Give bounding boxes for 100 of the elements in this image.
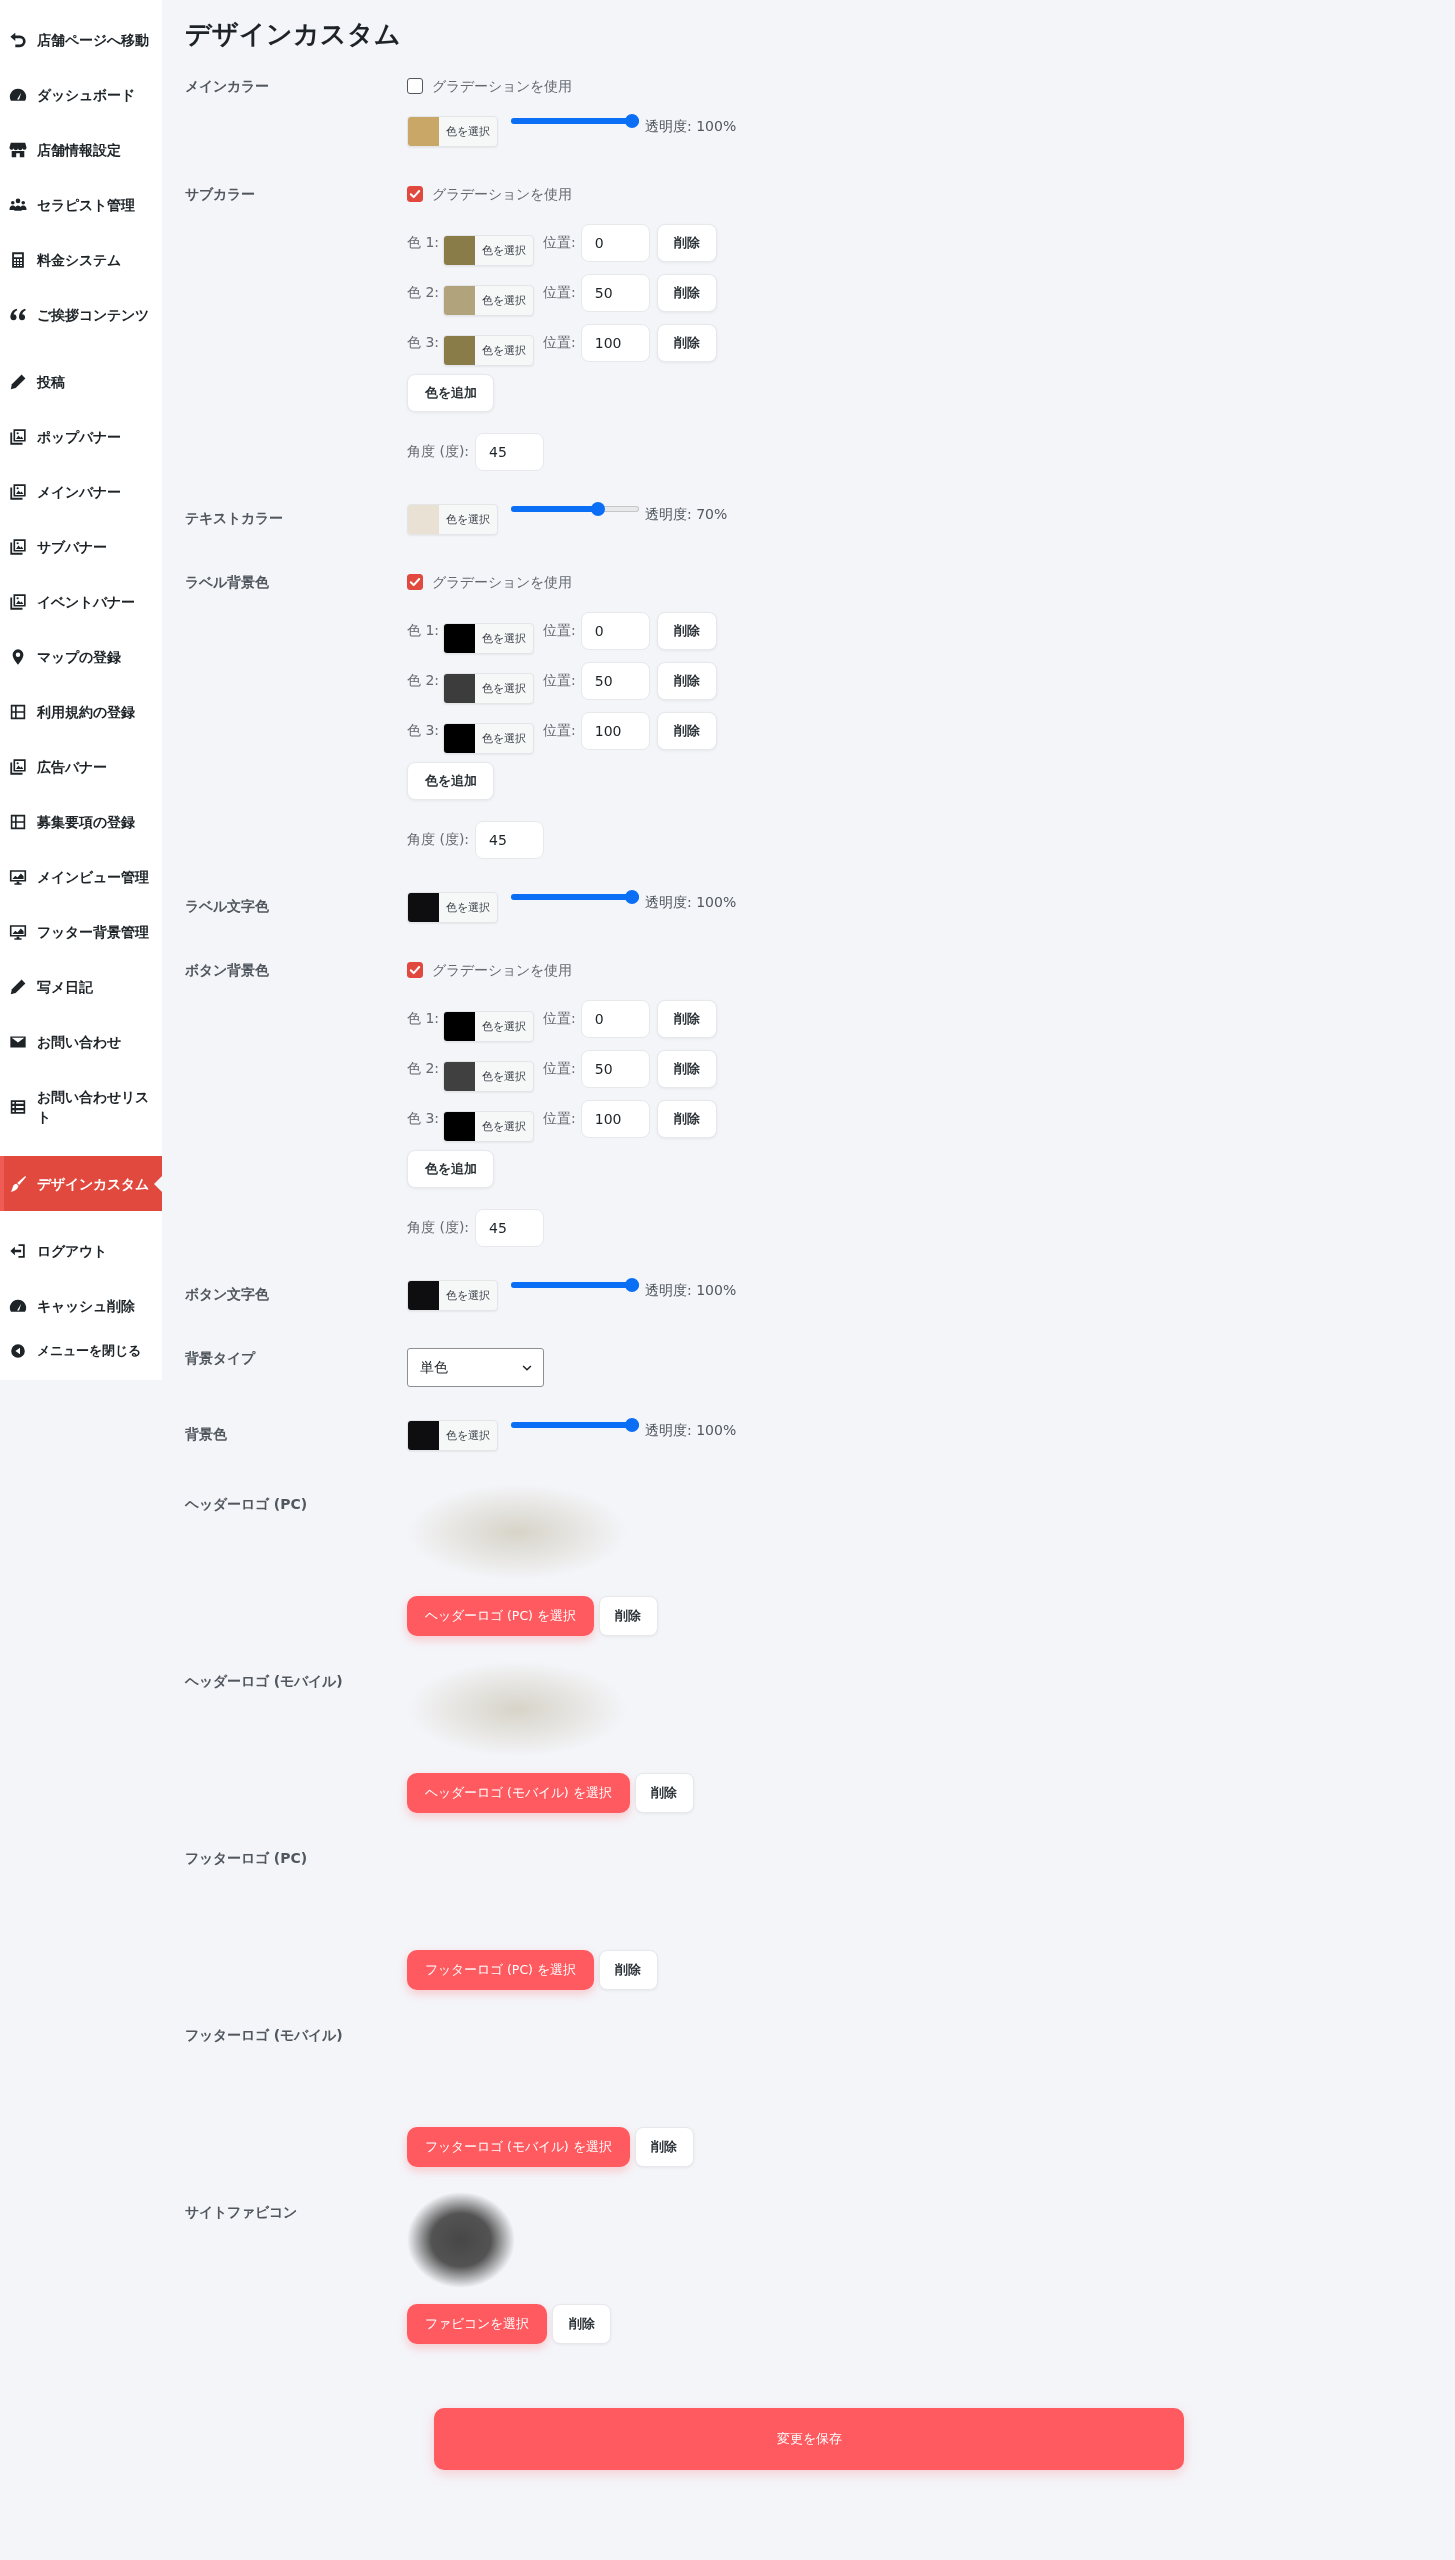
position-input[interactable]: 0 [580,1000,650,1038]
circle-left-arrow-icon [10,1343,26,1359]
slider-thumb[interactable] [625,1418,639,1432]
color-picker-button[interactable]: 色を選択 [407,1280,498,1311]
color-stop-label: 色 1: [407,234,440,252]
checkbox[interactable] [407,78,423,94]
sidebar-menu-item[interactable]: キャッシュ削除 [0,1278,162,1333]
angle-label: 角度 (度): [407,831,470,849]
sidebar-menu-item[interactable]: お問い合わせ [0,1014,162,1069]
sidebar-menu-item[interactable]: 料金システム [0,232,162,287]
color-picker-button[interactable]: 色を選択 [443,1110,535,1142]
color-picker-button[interactable]: 色を選択 [443,284,535,316]
images-icon [9,757,27,776]
opacity-slider[interactable] [511,889,639,905]
delete-button[interactable]: 削除 [552,2304,611,2344]
color-picker-button[interactable]: 色を選択 [443,1060,535,1092]
logout-icon [9,1241,27,1260]
color-stop-label: 色 2: [407,1060,440,1078]
page-title: デザインカスタム [185,18,401,50]
monitor-chart-icon [9,867,27,886]
angle-input[interactable]: 45 [475,821,545,859]
position-label: 位置: [543,722,576,740]
setting-label: メインカラー [185,77,269,96]
position-input[interactable]: 50 [580,1050,650,1088]
delete-button[interactable]: 削除 [656,224,717,262]
sidebar-menu-item[interactable]: ログアウト [0,1223,162,1278]
add-color-button[interactable]: 色を追加 [407,762,494,800]
sidebar-menu-item[interactable]: イベントバナー [0,574,162,629]
delete-button[interactable]: 削除 [656,612,717,650]
position-label: 位置: [543,1010,576,1028]
color-picker-button[interactable]: 色を選択 [443,1010,535,1042]
delete-button[interactable]: 削除 [656,1000,717,1038]
dropdown-select[interactable]: 単色 [407,1348,544,1387]
collapse-menu-button[interactable]: メニューを閉じる [0,1333,162,1369]
images-icon [9,592,27,611]
color-picker-button[interactable]: 色を選択 [443,672,535,704]
slider-thumb[interactable] [625,114,639,128]
sidebar-menu-item[interactable]: お問い合わせリスト [0,1069,162,1144]
opacity-slider[interactable] [511,113,639,129]
position-input[interactable]: 50 [580,662,650,700]
color-picker-button[interactable]: 色を選択 [407,504,498,535]
sidebar-menu-item[interactable]: 店舗ページへ移動 [0,12,162,67]
store-icon [9,140,27,159]
sidebar-menu-item[interactable]: ご挨拶コンテンツ [0,287,162,342]
position-label: 位置: [543,1110,576,1128]
add-color-button[interactable]: 色を追加 [407,1150,494,1188]
sidebar-menu-item[interactable]: メインビュー管理 [0,849,162,904]
color-picker-button[interactable]: 色を選択 [443,622,535,654]
angle-input[interactable]: 45 [475,433,545,471]
checkmark-icon [408,575,422,589]
sidebar-menu-item[interactable]: 募集要項の登録 [0,794,162,849]
opacity-slider[interactable] [511,1277,639,1293]
position-input[interactable]: 0 [580,612,650,650]
delete-button[interactable]: 削除 [656,324,717,362]
delete-button[interactable]: 削除 [656,1100,717,1138]
color-picker-button[interactable]: 色を選択 [443,334,535,366]
color-picker-button[interactable]: 色を選択 [443,234,535,266]
delete-button[interactable]: 削除 [634,1773,694,1813]
sidebar-menu-item[interactable]: メインバナー [0,464,162,519]
slider-thumb[interactable] [625,1278,639,1292]
color-picker-button[interactable]: 色を選択 [407,116,498,147]
sidebar-menu-item[interactable]: フッター背景管理 [0,904,162,959]
checkbox[interactable] [407,186,423,202]
sidebar-menu-item[interactable]: ダッシュボード [0,67,162,122]
setting-label: フッターロゴ (PC) [185,1849,308,1868]
sidebar-menu-item[interactable]: 利用規約の登録 [0,684,162,739]
delete-button[interactable]: 削除 [656,712,717,750]
position-input[interactable]: 100 [580,712,650,750]
sidebar-menu-item[interactable]: 広告バナー [0,739,162,794]
checkbox[interactable] [407,574,423,590]
sidebar-menu-item[interactable]: マップの登録 [0,629,162,684]
delete-button[interactable]: 削除 [656,1050,717,1088]
color-picker-button[interactable]: 色を選択 [407,1420,498,1451]
checkbox[interactable] [407,962,423,978]
color-picker-button[interactable]: 色を選択 [407,892,498,923]
sidebar-menu-item[interactable]: サブバナー [0,519,162,574]
sidebar-menu-item[interactable]: デザインカスタム [0,1156,162,1211]
slider-thumb[interactable] [625,890,639,904]
sidebar-menu-item[interactable]: ポップバナー [0,409,162,464]
slider-thumb[interactable] [590,502,605,516]
position-input[interactable]: 100 [580,324,650,362]
angle-input[interactable]: 45 [475,1209,545,1247]
position-label: 位置: [543,672,576,690]
position-input[interactable]: 100 [580,1100,650,1138]
opacity-slider[interactable] [511,1417,639,1433]
sidebar-menu-item[interactable]: セラピスト管理 [0,177,162,232]
sidebar-menu-item[interactable]: 店舗情報設定 [0,122,162,177]
opacity-slider[interactable] [511,501,639,517]
sidebar-menu-item[interactable]: 写メ日記 [0,959,162,1014]
color-picker-button[interactable]: 色を選択 [443,722,535,754]
position-input[interactable]: 0 [580,224,650,262]
color-stop-label: 色 3: [407,1110,440,1128]
delete-button[interactable]: 削除 [598,1950,658,1990]
delete-button[interactable]: 削除 [598,1596,658,1636]
sidebar-menu-item[interactable]: 投稿 [0,354,162,409]
delete-button[interactable]: 削除 [656,662,717,700]
position-input[interactable]: 50 [580,274,650,312]
add-color-button[interactable]: 色を追加 [407,374,494,412]
delete-button[interactable]: 削除 [656,274,717,312]
delete-button[interactable]: 削除 [634,2127,694,2167]
